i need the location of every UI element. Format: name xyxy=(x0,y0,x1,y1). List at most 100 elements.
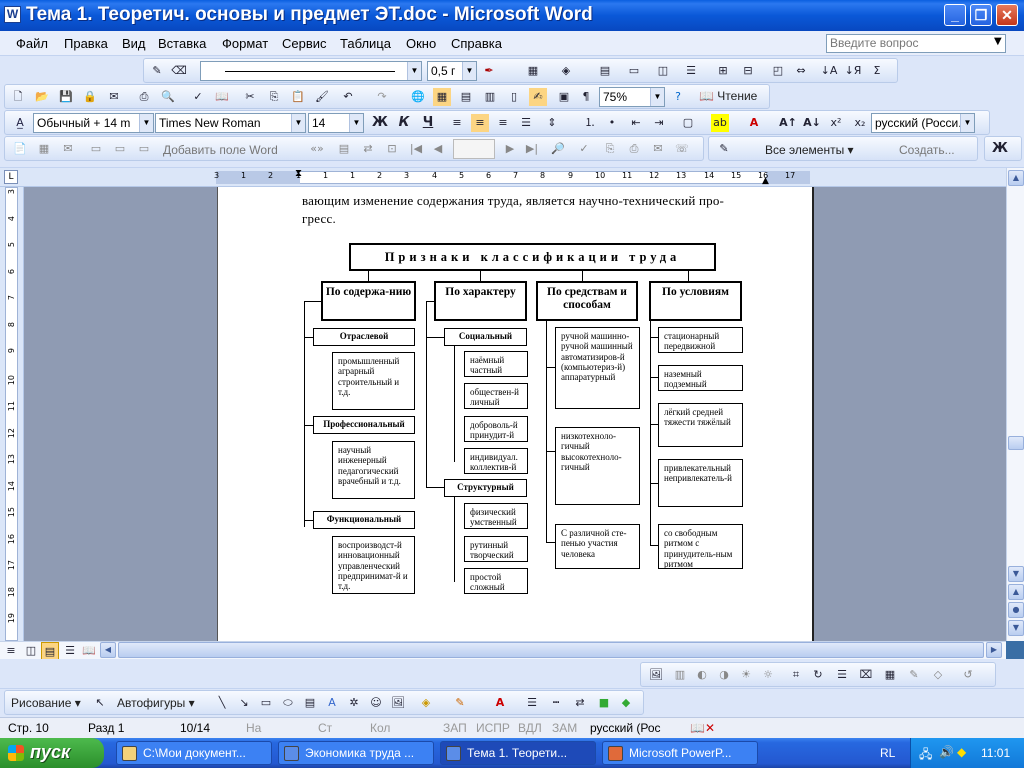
research-icon[interactable]: 📖 xyxy=(213,88,231,106)
format-painter-icon[interactable]: 🖌 xyxy=(313,88,331,106)
menu-insert[interactable]: Вставка xyxy=(158,36,206,51)
show-all-items-select[interactable]: Все элементы ▾ xyxy=(765,143,854,157)
dash-style-icon[interactable]: ┅ xyxy=(547,694,565,712)
taskbar-item-word-doc1[interactable]: Экономика труда ... xyxy=(278,741,434,765)
bullets-icon[interactable]: • xyxy=(603,114,621,132)
read-button[interactable]: 📖 Чтение xyxy=(699,89,757,103)
security-icon[interactable]: ◆ xyxy=(957,745,966,759)
numbering-icon[interactable]: ⒈ xyxy=(581,114,599,132)
draw-table-icon[interactable]: ✎ xyxy=(148,62,166,80)
last-record-icon[interactable]: ▶| xyxy=(523,140,541,158)
font-select[interactable]: Times New Roman ▼ xyxy=(155,113,306,133)
split-cells-icon[interactable]: ◫ xyxy=(654,62,672,80)
autofit-icon[interactable]: ⇔ xyxy=(792,62,810,80)
print-layout-icon[interactable]: ▤ xyxy=(41,642,59,660)
redo-icon[interactable]: ↷ xyxy=(373,88,391,106)
reset-picture-icon[interactable]: ↺ xyxy=(959,666,977,684)
tables-borders-icon[interactable]: ▦ xyxy=(433,88,451,106)
merge-email-icon[interactable]: ✉ xyxy=(649,140,667,158)
scroll-up-icon[interactable]: ▲ xyxy=(1008,170,1024,186)
menu-window[interactable]: Окно xyxy=(406,36,436,51)
3d-style-icon[interactable]: ◆ xyxy=(617,694,635,712)
record-number-input[interactable] xyxy=(453,139,495,159)
font-color-draw-icon[interactable]: A xyxy=(491,694,509,712)
line-tool-icon[interactable]: ╲ xyxy=(213,694,231,712)
status-ext[interactable]: ВДЛ xyxy=(518,721,542,735)
text-wrap-icon[interactable]: ▦ xyxy=(881,666,899,684)
vertical-scrollbar[interactable]: ▲ ▼ ▲ ● ▼ xyxy=(1006,168,1024,641)
bold-mini-button[interactable]: Ж xyxy=(991,140,1009,158)
taskbar-item-powerpoint[interactable]: Microsoft PowerP... xyxy=(602,741,758,765)
crop-icon[interactable]: ⌗ xyxy=(787,666,805,684)
outline-view-icon[interactable]: ☰ xyxy=(61,642,79,660)
normal-view-icon[interactable]: ≡ xyxy=(2,642,20,660)
font-color-icon[interactable]: A xyxy=(745,114,763,132)
greeting-line-icon[interactable]: ▭ xyxy=(111,140,129,158)
spelling-icon[interactable]: ✓ xyxy=(189,88,207,106)
copy-icon[interactable]: ⎘ xyxy=(265,88,283,106)
right-indent-icon[interactable]: ▲ xyxy=(762,176,769,186)
drawing-icon[interactable]: ✍ xyxy=(529,88,547,106)
line-weight-select[interactable]: 0,5 г ▼ xyxy=(427,61,477,81)
autoshapes-button[interactable]: Автофигуры ▾ xyxy=(117,696,195,710)
insert-table-icon[interactable]: ▤ xyxy=(596,62,614,80)
taskbar-item-folder[interactable]: C:\Мои документ... xyxy=(116,741,272,765)
next-page-icon[interactable]: ▼ xyxy=(1008,620,1024,636)
arrow-tool-icon[interactable]: ↘ xyxy=(235,694,253,712)
spelling-status-icon[interactable]: 📖✕ xyxy=(690,721,715,735)
set-transparent-icon[interactable]: ◇ xyxy=(929,666,947,684)
taskbar-item-word-doc2[interactable]: Тема 1. Теорети... xyxy=(440,741,596,765)
diagram-icon[interactable]: ✲ xyxy=(345,694,363,712)
table-autoformat-icon[interactable]: ◰ xyxy=(769,62,787,80)
previous-record-icon[interactable]: ◀ xyxy=(429,140,447,158)
insert-picture-icon[interactable]: 🖼 xyxy=(647,666,665,684)
less-brightness-icon[interactable]: ☼ xyxy=(759,666,777,684)
shrink-font-icon[interactable]: A↓ xyxy=(803,114,821,132)
underline-button[interactable]: Ч xyxy=(419,114,437,132)
styles-icon[interactable]: A̲ xyxy=(11,114,29,132)
next-record-icon[interactable]: ▶ xyxy=(501,140,519,158)
status-ovr[interactable]: ЗАМ xyxy=(552,721,577,735)
status-rec[interactable]: ЗАП xyxy=(443,721,467,735)
merge-fields-icon[interactable]: ▭ xyxy=(135,140,153,158)
input-language[interactable]: RL xyxy=(880,746,895,760)
create-button[interactable]: Создать... xyxy=(899,143,955,157)
minimize-button[interactable]: _ xyxy=(944,4,966,26)
columns-icon[interactable]: ▯ xyxy=(505,88,523,106)
distribute-columns-icon[interactable]: ⊟ xyxy=(739,62,757,80)
horizontal-scroll-thumb[interactable] xyxy=(118,642,984,658)
increase-indent-icon[interactable]: ⇥ xyxy=(650,114,668,132)
style-select[interactable]: Обычный + 14 m ▼ xyxy=(33,113,154,133)
volume-icon[interactable]: 🔊 xyxy=(939,745,954,759)
browse-object-icon[interactable]: ● xyxy=(1008,602,1024,618)
menu-tools[interactable]: Сервис xyxy=(282,36,327,51)
help-icon[interactable]: ? xyxy=(669,88,687,106)
recipients-icon[interactable]: ✉ xyxy=(59,140,77,158)
subscript-icon[interactable]: x₂ xyxy=(851,114,869,132)
hyperlink-icon[interactable]: 🌐 xyxy=(409,88,427,106)
status-trk[interactable]: ИСПР xyxy=(476,721,510,735)
align-right-icon[interactable]: ≡ xyxy=(494,114,512,132)
ask-question-input[interactable]: Введите вопрос xyxy=(826,34,1006,53)
undo-icon[interactable]: ↶ xyxy=(339,88,357,106)
font-size-select[interactable]: 14 ▼ xyxy=(308,113,364,133)
address-block-icon[interactable]: ▭ xyxy=(87,140,105,158)
propagate-labels-icon[interactable]: ⊡ xyxy=(383,140,401,158)
document-area[interactable]: вающим изменение содержания труда, являе… xyxy=(24,187,1006,641)
highlight-fields-icon[interactable]: ▤ xyxy=(335,140,353,158)
network-icon[interactable]: 🖧 xyxy=(919,745,932,766)
scroll-left-icon[interactable]: ◀ xyxy=(100,642,116,658)
align-left-icon[interactable]: ≡ xyxy=(448,114,466,132)
compress-icon[interactable]: ⌧ xyxy=(857,666,875,684)
first-record-icon[interactable]: |◀ xyxy=(407,140,425,158)
merge-new-doc-icon[interactable]: ⎘ xyxy=(601,140,619,158)
close-button[interactable]: ✕ xyxy=(996,4,1018,26)
line-spacing-icon[interactable]: ⇕ xyxy=(543,114,561,132)
justify-icon[interactable]: ☰ xyxy=(517,114,535,132)
document-page[interactable]: вающим изменение содержания труда, являе… xyxy=(217,187,814,641)
textbox-icon[interactable]: ▤ xyxy=(301,694,319,712)
paste-icon[interactable]: 📋 xyxy=(289,88,307,106)
more-brightness-icon[interactable]: ☀ xyxy=(737,666,755,684)
scroll-thumb[interactable] xyxy=(1008,436,1024,450)
borders-icon[interactable]: ▦ xyxy=(524,62,542,80)
